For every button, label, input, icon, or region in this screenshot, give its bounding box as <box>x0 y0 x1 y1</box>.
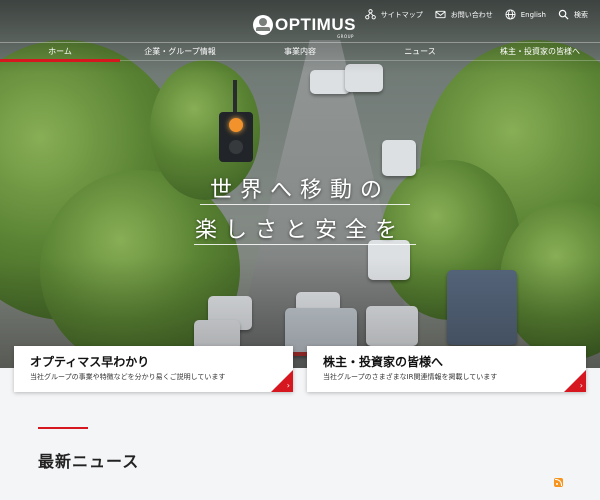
contact-link[interactable]: お問い合わせ <box>435 9 493 20</box>
brand-logo[interactable]: OPTIMUS GROUP <box>253 14 356 39</box>
search-icon <box>558 9 569 20</box>
promo-card-desc: 当社グループの事業や特徴などを分かり易くご説明しています <box>30 373 226 381</box>
english-link[interactable]: English <box>505 9 546 20</box>
promo-card-investors[interactable]: 株主・投資家の皆様へ 当社グループのさまざまなIR関連情報を掲載しています › <box>307 346 586 392</box>
arrow-right-icon: › <box>271 370 293 392</box>
search-button[interactable]: 検索 <box>558 9 588 20</box>
english-label: English <box>520 10 546 19</box>
sitemap-link[interactable]: サイトマップ <box>364 9 423 20</box>
nav-item-home[interactable]: ホーム <box>0 43 120 62</box>
nav-item-news[interactable]: ニュース <box>360 43 480 60</box>
promo-card-desc: 当社グループのさまざまなIR関連情報を掲載しています <box>323 373 498 381</box>
nav-item-investors[interactable]: 株主・投資家の皆様へ <box>480 43 600 60</box>
latest-news-heading: 最新ニュース <box>38 452 140 471</box>
mail-icon <box>435 10 446 19</box>
arrow-right-icon: › <box>564 370 586 392</box>
hero-catchcopy-line1: 世界へ移動の <box>209 178 390 203</box>
utility-nav: サイトマップ お問い合わせ English 検索 <box>364 9 588 20</box>
promo-card-title: 株主・投資家の皆様へ <box>323 355 444 369</box>
section-accent-rule <box>38 427 88 429</box>
promo-card-title: オプティマス早わかり <box>30 355 150 369</box>
brand-sub: GROUP <box>337 34 354 39</box>
rss-icon[interactable] <box>554 478 563 487</box>
globe-icon <box>505 9 516 20</box>
sitemap-label: サイトマップ <box>380 10 423 19</box>
search-label: 検索 <box>574 10 588 19</box>
logo-mark-icon <box>253 15 273 35</box>
sitemap-icon <box>364 9 376 20</box>
promo-card-overview[interactable]: オプティマス早わかり 当社グループの事業や特徴などを分かり易くご説明しています … <box>14 346 293 392</box>
nav-item-company[interactable]: 企業・グループ情報 <box>120 43 240 60</box>
contact-label: お問い合わせ <box>450 10 493 19</box>
brand-name: OPTIMUS <box>275 15 356 34</box>
hero-catchcopy-line2: 楽しさと安全を <box>194 218 405 243</box>
nav-item-business[interactable]: 事業内容 <box>240 43 360 60</box>
site-header: OPTIMUS GROUP サイトマップ お問い合わせ English 検索 ホ… <box>0 0 600 62</box>
global-nav: ホーム 企業・グループ情報 事業内容 ニュース 株主・投資家の皆様へ <box>0 42 600 62</box>
